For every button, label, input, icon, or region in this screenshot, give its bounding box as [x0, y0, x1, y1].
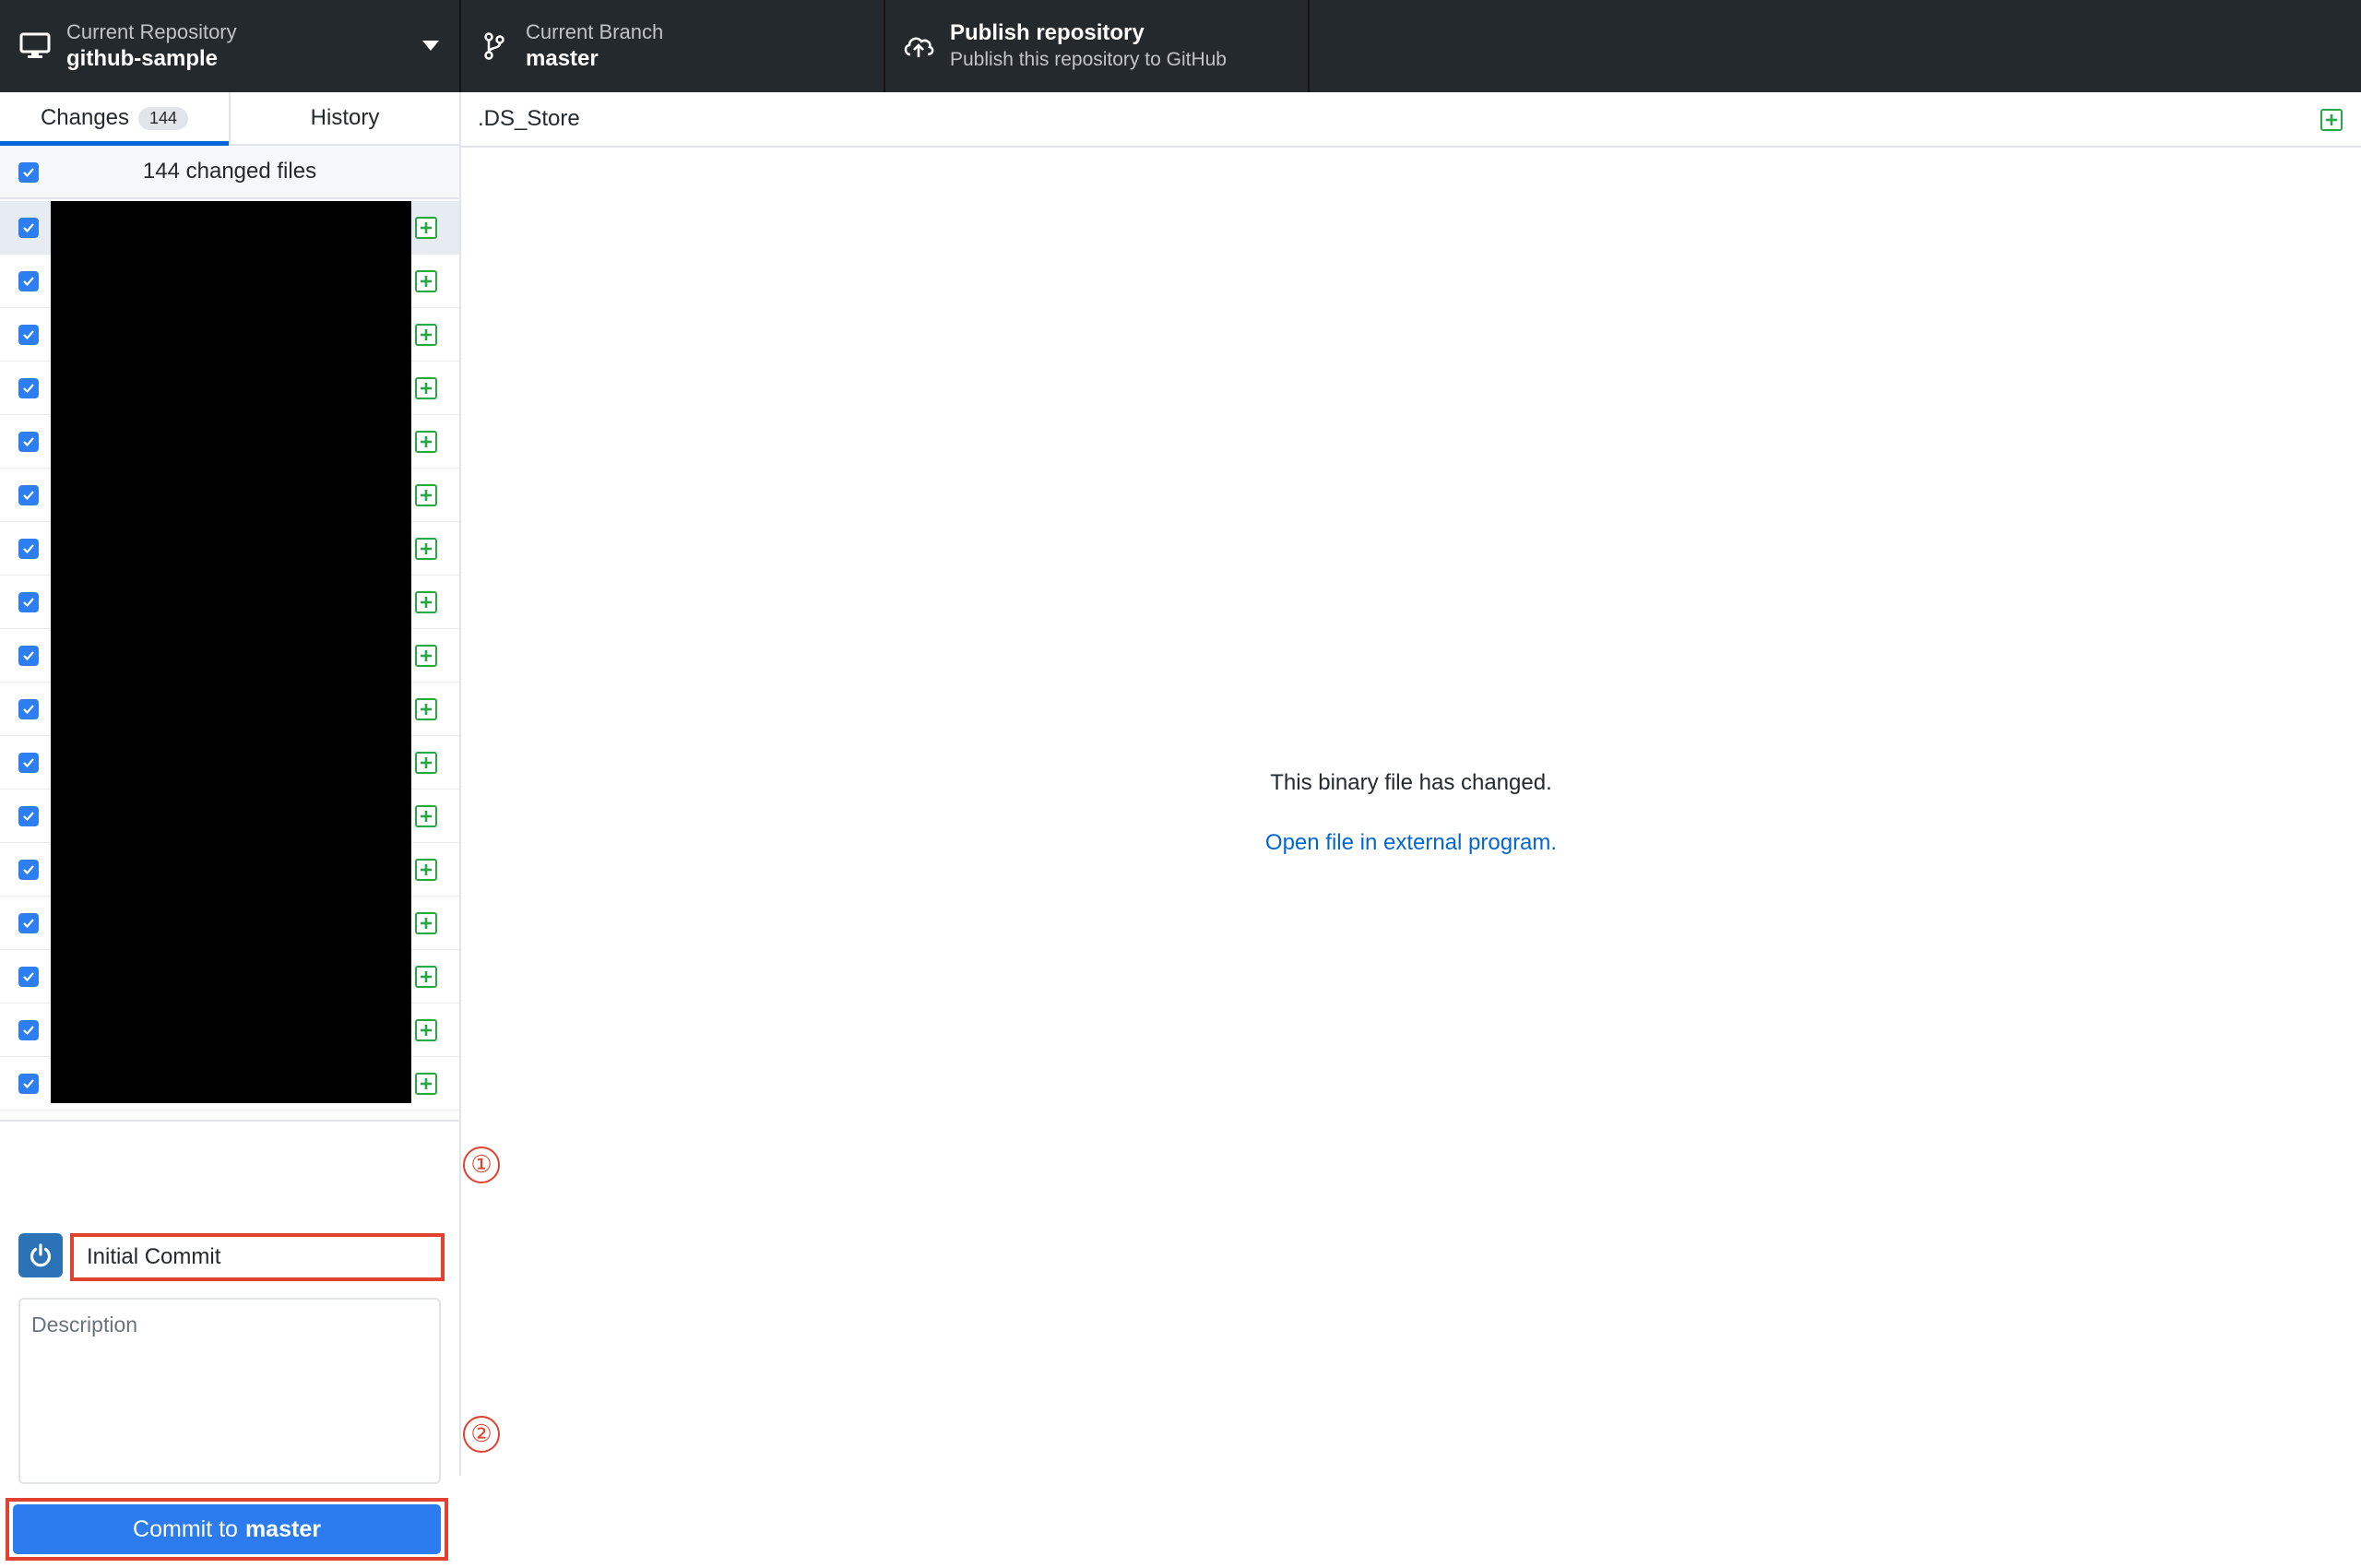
- file-include-checkbox[interactable]: [18, 592, 39, 612]
- file-added-icon: [415, 217, 437, 239]
- repository-label: Current Repository: [66, 20, 237, 43]
- file-added-icon: [415, 645, 437, 667]
- commit-form: Initial Commit Description Commit to mas…: [0, 1120, 459, 1568]
- file-added-icon: [415, 591, 437, 613]
- tab-changes-label: Changes: [40, 105, 130, 130]
- file-added-icon: [415, 324, 437, 346]
- file-include-checkbox[interactable]: [18, 325, 39, 345]
- file-added-icon: [2320, 109, 2343, 131]
- file-added-icon: [415, 377, 437, 399]
- file-added-icon: [415, 1019, 437, 1041]
- repository-name: github-sample: [66, 46, 219, 71]
- file-include-checkbox[interactable]: [18, 699, 39, 719]
- commit-summary-input[interactable]: Initial Commit: [70, 1233, 445, 1281]
- branch-label: Current Branch: [526, 20, 664, 43]
- toolbar: Current Repository github-sample Current…: [0, 0, 2361, 92]
- branch-name: master: [526, 46, 599, 71]
- file-include-checkbox[interactable]: [18, 1074, 39, 1094]
- branch-selector[interactable]: Current Branch master: [461, 0, 885, 92]
- file-include-checkbox[interactable]: [18, 432, 39, 452]
- open-external-link[interactable]: Open file in external program.: [461, 830, 2361, 856]
- file-include-checkbox[interactable]: [18, 806, 39, 826]
- file-include-checkbox[interactable]: [18, 753, 39, 773]
- publish-repository-button[interactable]: Publish repository Publish this reposito…: [885, 0, 1310, 92]
- cloud-upload-icon: [902, 30, 935, 63]
- redacted-file-names: [51, 201, 411, 1103]
- chevron-down-icon: [422, 41, 439, 51]
- diff-header: .DS_Store: [461, 92, 2361, 148]
- file-include-checkbox[interactable]: [18, 1020, 39, 1040]
- repository-selector[interactable]: Current Repository github-sample: [0, 0, 461, 92]
- file-include-checkbox[interactable]: [18, 378, 39, 398]
- tab-changes[interactable]: Changes 144: [0, 92, 229, 146]
- file-include-checkbox[interactable]: [18, 860, 39, 880]
- select-all-checkbox[interactable]: [18, 162, 39, 183]
- changes-count-badge: 144: [138, 106, 189, 130]
- file-include-checkbox[interactable]: [18, 218, 39, 238]
- changed-files-header: 144 changed files: [0, 146, 459, 199]
- file-added-icon: [415, 966, 437, 988]
- binary-file-message: This binary file has changed.: [1270, 770, 1552, 795]
- tab-history[interactable]: History: [229, 92, 459, 144]
- file-include-checkbox[interactable]: [18, 967, 39, 987]
- commit-description-field[interactable]: Description: [18, 1298, 441, 1484]
- file-include-checkbox[interactable]: [18, 646, 39, 666]
- file-added-icon: [415, 752, 437, 774]
- file-added-icon: [415, 859, 437, 881]
- diff-file-name: .DS_Store: [478, 106, 580, 131]
- file-added-icon: [415, 805, 437, 827]
- file-include-checkbox[interactable]: [18, 485, 39, 505]
- file-added-icon: [415, 698, 437, 720]
- publish-title: Publish repository: [950, 20, 1145, 45]
- file-include-checkbox[interactable]: [18, 913, 39, 933]
- desktop-icon: [18, 30, 52, 63]
- commit-button[interactable]: Commit to master: [13, 1504, 441, 1554]
- file-added-icon: [415, 431, 437, 453]
- commit-button-branch: master: [244, 1515, 321, 1542]
- file-added-icon: [415, 912, 437, 934]
- tab-history-label: History: [310, 105, 380, 130]
- commit-button-prefix: Commit to: [133, 1515, 238, 1542]
- file-added-icon: [415, 1073, 437, 1095]
- git-branch-icon: [478, 30, 511, 63]
- diff-panel: .DS_Store This binary file has changed. …: [461, 92, 2361, 1476]
- changes-sidebar: Changes 144 History 144 changed files In…: [0, 92, 461, 1568]
- file-include-checkbox[interactable]: [18, 271, 39, 291]
- sidebar-tabs: Changes 144 History: [0, 92, 459, 146]
- file-include-checkbox[interactable]: [18, 539, 39, 559]
- avatar: [18, 1233, 63, 1277]
- publish-subtitle: Publish this repository to GitHub: [950, 49, 1227, 70]
- file-added-icon: [415, 270, 437, 292]
- file-added-icon: [415, 484, 437, 506]
- file-added-icon: [415, 538, 437, 560]
- changed-files-count: 144 changed files: [142, 159, 317, 184]
